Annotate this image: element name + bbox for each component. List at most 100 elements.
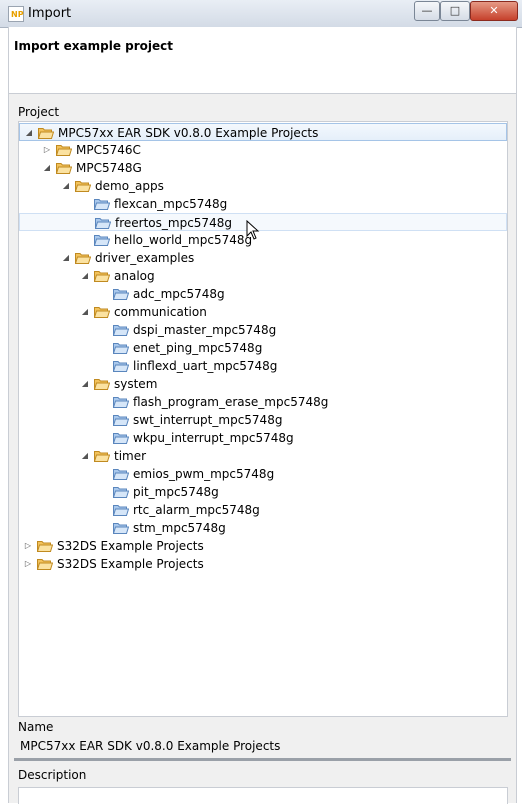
tree-item[interactable]: ◢ MPC5748G: [19, 159, 507, 177]
tree-item[interactable]: swt_interrupt_mpc5748g: [19, 411, 507, 429]
tree-item-label: rtc_alarm_mpc5748g: [133, 503, 260, 517]
folder-icon: [94, 271, 110, 282]
tree-item[interactable]: pit_mpc5748g: [19, 483, 507, 501]
app-icon: NP: [8, 6, 24, 22]
tree-item-label: swt_interrupt_mpc5748g: [133, 413, 283, 427]
tree-item-label: demo_apps: [95, 179, 164, 193]
tree-item[interactable]: dspi_master_mpc5748g: [19, 321, 507, 339]
tree-item[interactable]: flexcan_mpc5748g: [19, 195, 507, 213]
folder-icon: [94, 379, 110, 390]
collapse-arrow-icon[interactable]: ▷: [23, 537, 33, 555]
tree-item[interactable]: ▷ S32DS Example Projects: [19, 537, 507, 555]
project-folder-icon: [113, 433, 129, 444]
tree-item[interactable]: ◢ system: [19, 375, 507, 393]
folder-icon: [38, 128, 54, 139]
tree-item-label: MPC5746C: [76, 143, 141, 157]
tree-item-label: MPC5748G: [76, 161, 142, 175]
tree-item[interactable]: enet_ping_mpc5748g: [19, 339, 507, 357]
tree-item[interactable]: ◢ demo_apps: [19, 177, 507, 195]
close-button[interactable]: ✕: [470, 1, 518, 21]
tree-item-label: dspi_master_mpc5748g: [133, 323, 277, 337]
expand-arrow-icon[interactable]: ◢: [80, 267, 90, 285]
tree-item[interactable]: ◢ analog: [19, 267, 507, 285]
tree-item[interactable]: emios_pwm_mpc5748g: [19, 465, 507, 483]
project-tree[interactable]: ◢ MPC57xx EAR SDK v0.8.0 Example Projects…: [18, 121, 508, 717]
project-folder-icon: [94, 199, 110, 210]
tree-item[interactable]: ◢ MPC57xx EAR SDK v0.8.0 Example Projects: [19, 123, 507, 141]
name-label: Name: [18, 720, 54, 734]
tree-item-label: hello_world_mpc5748g: [114, 233, 253, 247]
tree-item[interactable]: ◢ timer: [19, 447, 507, 465]
collapse-arrow-icon[interactable]: ▷: [23, 555, 33, 573]
tree-item[interactable]: ◢ driver_examples: [19, 249, 507, 267]
name-value: MPC57xx EAR SDK v0.8.0 Example Projects: [20, 739, 281, 753]
expand-arrow-icon[interactable]: ◢: [80, 303, 90, 321]
project-folder-icon: [95, 218, 111, 229]
folder-icon: [94, 307, 110, 318]
project-folder-icon: [113, 415, 129, 426]
expand-arrow-icon[interactable]: ◢: [61, 249, 71, 267]
tree-item-label: system: [114, 377, 158, 391]
description-label: Description: [18, 768, 87, 782]
project-folder-icon: [113, 397, 129, 408]
folder-icon: [56, 163, 72, 174]
dialog-header: Import example project: [8, 27, 517, 94]
tree-item-label: S32DS Example Projects: [57, 539, 204, 553]
tree-item-label: stm_mpc5748g: [133, 521, 226, 535]
project-folder-icon: [113, 343, 129, 354]
mouse-cursor-icon: [246, 220, 260, 240]
tree-item-label: analog: [114, 269, 155, 283]
tree-item[interactable]: ▷ S32DS Example Projects: [19, 555, 507, 573]
tree-item-label: timer: [114, 449, 147, 463]
tree-item[interactable]: flash_program_erase_mpc5748g: [19, 393, 507, 411]
tree-item[interactable]: hello_world_mpc5748g: [19, 231, 507, 249]
tree-item[interactable]: stm_mpc5748g: [19, 519, 507, 537]
expand-arrow-icon[interactable]: ◢: [24, 124, 34, 142]
tree-item-label: pit_mpc5748g: [133, 485, 219, 499]
folder-icon: [94, 451, 110, 462]
tree-item-label: adc_mpc5748g: [133, 287, 225, 301]
folder-icon: [37, 559, 53, 570]
tree-item[interactable]: adc_mpc5748g: [19, 285, 507, 303]
window-title: Import: [28, 6, 72, 21]
tree-item[interactable]: ▷ MPC5746C: [19, 141, 507, 159]
tree-item[interactable]: ◢ communication: [19, 303, 507, 321]
tree-item-label: wkpu_interrupt_mpc5748g: [133, 431, 294, 445]
project-folder-icon: [113, 523, 129, 534]
project-folder-icon: [113, 469, 129, 480]
folder-icon: [75, 253, 91, 264]
folder-icon: [37, 541, 53, 552]
project-folder-icon: [113, 487, 129, 498]
project-label: Project: [18, 105, 60, 119]
tree-item-label: flash_program_erase_mpc5748g: [133, 395, 329, 409]
tree-item[interactable]: freertos_mpc5748g: [19, 213, 507, 231]
collapse-arrow-icon[interactable]: ▷: [42, 141, 52, 159]
tree-item-label: S32DS Example Projects: [57, 557, 204, 571]
tree-item[interactable]: linflexd_uart_mpc5748g: [19, 357, 507, 375]
tree-item-label: flexcan_mpc5748g: [114, 197, 228, 211]
expand-arrow-icon[interactable]: ◢: [42, 159, 52, 177]
tree-item-label: emios_pwm_mpc5748g: [133, 467, 275, 481]
sash-divider[interactable]: [14, 758, 511, 761]
tree-item-label: linflexd_uart_mpc5748g: [133, 359, 278, 373]
description-area: [18, 787, 508, 804]
minimize-button[interactable]: —: [414, 1, 440, 21]
expand-arrow-icon[interactable]: ◢: [80, 447, 90, 465]
tree-item-label: driver_examples: [95, 251, 195, 265]
title-bar[interactable]: NP Import — □ ✕: [0, 0, 522, 28]
maximize-button[interactable]: □: [440, 1, 470, 21]
dialog-body: Project ◢ MPC57xx EAR SDK v0.8.0 Example …: [8, 94, 517, 804]
tree-item-label: freertos_mpc5748g: [115, 216, 232, 230]
expand-arrow-icon[interactable]: ◢: [80, 375, 90, 393]
project-folder-icon: [94, 235, 110, 246]
tree-item-label: enet_ping_mpc5748g: [133, 341, 263, 355]
expand-arrow-icon[interactable]: ◢: [61, 177, 71, 195]
tree-item-label: MPC57xx EAR SDK v0.8.0 Example Projects: [58, 126, 319, 140]
project-folder-icon: [113, 289, 129, 300]
tree-item[interactable]: wkpu_interrupt_mpc5748g: [19, 429, 507, 447]
tree-item[interactable]: rtc_alarm_mpc5748g: [19, 501, 507, 519]
project-folder-icon: [113, 361, 129, 372]
folder-icon: [75, 181, 91, 192]
app-icon-text: NP: [11, 10, 24, 19]
folder-icon: [56, 145, 72, 156]
